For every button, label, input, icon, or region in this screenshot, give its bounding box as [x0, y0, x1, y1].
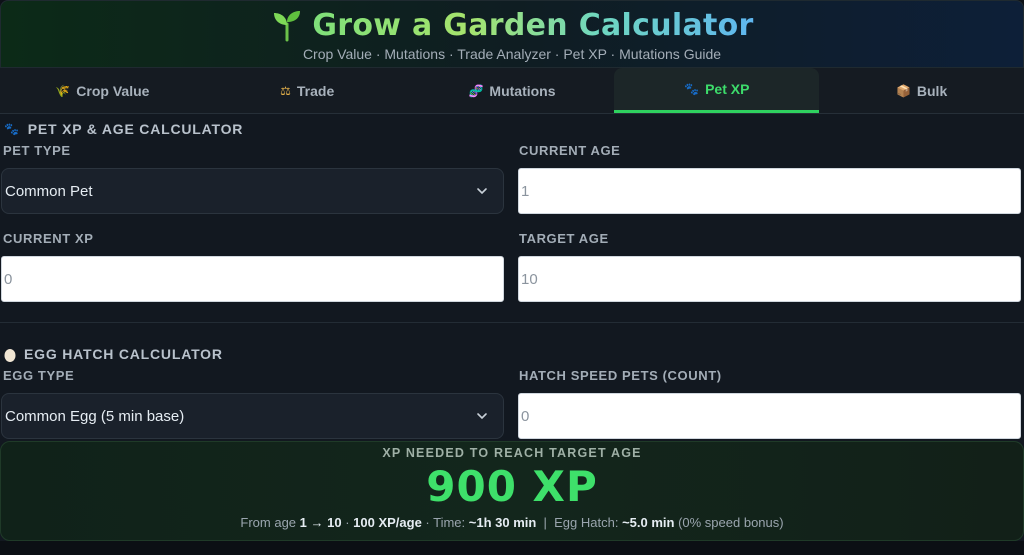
tab-trade[interactable]: ⚖ Trade [205, 68, 410, 113]
current-age-label: CURRENT AGE [519, 143, 621, 158]
age-range: 1 → 10 [299, 515, 342, 530]
egg-icon [4, 348, 16, 362]
target-age-value: 10 [521, 270, 538, 288]
section-divider [0, 322, 1024, 323]
paw-icon: 🐾 [4, 122, 20, 136]
app-header: Grow a Garden Calculator Crop Value · Mu… [0, 0, 1024, 68]
tab-pet-xp[interactable]: 🐾 Pet XP [614, 68, 820, 113]
tab-bar: 🌾 Crop Value ⚖ Trade 🧬 Mutations 🐾 Pet X… [0, 68, 1024, 114]
current-age-input[interactable]: 1 [518, 168, 1021, 214]
chevron-down-icon [477, 413, 487, 420]
target-age-label: TARGET AGE [519, 231, 609, 246]
pet-type-select[interactable]: Common Pet [1, 168, 504, 214]
result-card: XP NEEDED TO REACH TARGET AGE 900 XP Fro… [0, 441, 1024, 541]
speed-bonus: (0% speed bonus) [674, 515, 784, 530]
target-age-input[interactable]: 10 [518, 256, 1021, 302]
scales-icon: ⚖ [280, 83, 291, 98]
current-xp-value: 0 [4, 270, 13, 288]
detail-text: · [341, 515, 354, 530]
egg-type-select[interactable]: Common Egg (5 min base) [1, 393, 504, 439]
title-row: Grow a Garden Calculator [1, 1, 1023, 45]
tab-label: Pet XP [705, 81, 750, 97]
current-xp-input[interactable]: 0 [1, 256, 504, 302]
tab-crop-value[interactable]: 🌾 Crop Value [0, 68, 205, 113]
result-detail: From age 1 → 10 · 100 XP/age · Time: ~1h… [1, 515, 1023, 530]
egg-type-label: EGG TYPE [3, 368, 75, 383]
bottom-strip [0, 541, 1024, 555]
tab-bulk[interactable]: 📦 Bulk [819, 68, 1024, 113]
sprout-icon [274, 11, 301, 42]
tab-label: Mutations [489, 82, 556, 99]
chevron-down-icon [477, 188, 487, 195]
page-title: Grow a Garden Calculator [312, 7, 754, 43]
detail-text: · Time: [421, 515, 469, 530]
egg-section-title: EGG HATCH CALCULATOR [4, 346, 223, 362]
pet-section-title: 🐾 PET XP & AGE CALCULATOR [4, 121, 243, 137]
egg-type-value: Common Egg (5 min base) [5, 407, 185, 425]
box-icon: 📦 [895, 83, 911, 98]
hatch-speed-label: HATCH SPEED PETS (COUNT) [519, 368, 722, 383]
egg-section-title-text: EGG HATCH CALCULATOR [24, 346, 223, 362]
detail-text: From age [240, 515, 300, 530]
current-age-value: 1 [521, 182, 530, 200]
tab-label: Crop Value [76, 82, 150, 99]
tab-label: Trade [296, 82, 335, 99]
result-value: 900 XP [426, 462, 598, 511]
xp-rate: 100 XP/age [353, 515, 422, 530]
page-subtitle: Crop Value · Mutations · Trade Analyzer … [302, 46, 722, 62]
tab-mutations[interactable]: 🧬 Mutations [410, 68, 615, 113]
pet-type-value: Common Pet [5, 182, 93, 200]
result-label: XP NEEDED TO REACH TARGET AGE [382, 446, 642, 460]
pet-type-label: PET TYPE [3, 143, 71, 158]
hatch-speed-input[interactable]: 0 [518, 393, 1021, 439]
detail-separator: | [536, 515, 555, 530]
time-estimate: ~1h 30 min [468, 515, 537, 530]
wheat-icon: 🌾 [55, 83, 71, 98]
egg-hatch-time: ~5.0 min [622, 515, 675, 530]
tab-label: Bulk [916, 82, 948, 99]
hatch-speed-value: 0 [521, 407, 530, 425]
paw-icon: 🐾 [684, 82, 700, 96]
detail-text: Egg Hatch: [554, 515, 623, 530]
pet-section-title-text: PET XP & AGE CALCULATOR [27, 121, 244, 137]
current-xp-label: CURRENT XP [3, 231, 94, 246]
dna-icon: 🧬 [468, 83, 484, 98]
